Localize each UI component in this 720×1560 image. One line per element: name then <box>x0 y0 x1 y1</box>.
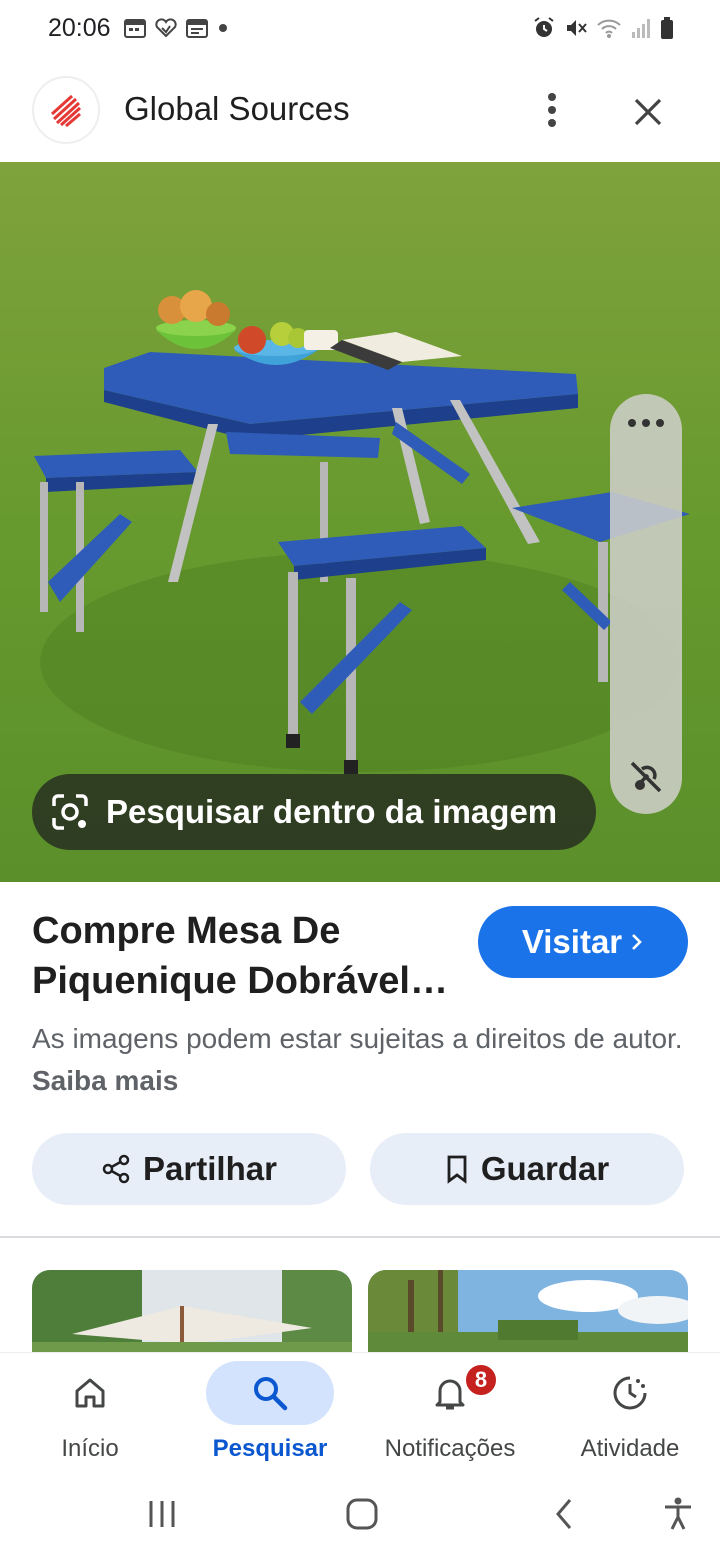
nav-home-icon-wrap <box>26 1361 154 1425</box>
sound-off-icon[interactable] <box>628 759 664 800</box>
accessibility-button[interactable] <box>652 1490 704 1538</box>
save-button[interactable]: Guardar <box>370 1133 684 1205</box>
visit-button-label: Visitar <box>521 923 623 960</box>
bell-icon <box>435 1379 465 1410</box>
related-image-2[interactable] <box>368 1270 688 1352</box>
battery-icon <box>661 17 673 39</box>
nav-home[interactable]: Início <box>0 1353 180 1471</box>
nav-activity[interactable]: Atividade <box>540 1353 720 1471</box>
home-circle-icon <box>346 1498 378 1530</box>
wifi-icon <box>597 19 621 38</box>
status-left-icons <box>124 18 230 38</box>
status-time: 20:06 <box>48 14 111 42</box>
signal-icon <box>632 19 650 38</box>
related-image-1[interactable] <box>32 1270 352 1352</box>
image-side-panel[interactable] <box>610 394 682 814</box>
copyright-notice: As imagens podem estar sujeitas a direit… <box>32 1018 692 1102</box>
heart-shield-icon <box>155 18 177 38</box>
close-button[interactable] <box>624 88 672 136</box>
search-in-image-label: Pesquisar dentro da imagem <box>106 793 558 830</box>
calendar-icon <box>124 19 146 38</box>
result-title[interactable]: Compre Mesa De Piquenique Dobrável… <box>32 906 462 1006</box>
status-bar: 20:06 <box>0 0 720 60</box>
bottom-navigation: Início Pesquisar 8 Notificações Atividad… <box>0 1352 720 1470</box>
search-in-image-button[interactable]: Pesquisar dentro da imagem <box>32 774 596 850</box>
save-label: Guardar <box>480 1150 610 1187</box>
activity-icon <box>613 1376 647 1410</box>
status-right-icons <box>532 16 674 40</box>
search-icon <box>254 1377 288 1411</box>
site-header: Global Sources <box>0 70 720 150</box>
nav-home-label: Início <box>61 1435 119 1462</box>
nav-search-label: Pesquisar <box>212 1435 328 1462</box>
recent-apps-icon <box>149 1501 175 1527</box>
accessibility-icon <box>665 1497 691 1530</box>
site-name[interactable]: Global Sources <box>124 90 350 128</box>
result-image[interactable]: Pesquisar dentro da imagem <box>0 162 720 882</box>
copyright-text: As imagens podem estar sujeitas a direit… <box>32 1023 683 1054</box>
more-options-button[interactable] <box>530 88 574 132</box>
umbrella-photo <box>32 1270 352 1352</box>
back-button[interactable] <box>538 1490 590 1538</box>
alarm-icon <box>534 17 554 37</box>
calendar-icon-2 <box>186 19 208 38</box>
global-sources-logo-icon <box>50 94 82 128</box>
nav-search[interactable]: Pesquisar <box>180 1353 360 1471</box>
lens-icon <box>52 794 88 830</box>
site-logo[interactable] <box>32 76 100 144</box>
nav-activity-label: Atividade <box>580 1435 680 1462</box>
notification-badge: 8 <box>464 1363 498 1397</box>
nav-search-icon-wrap <box>206 1361 334 1425</box>
learn-more-link[interactable]: Saiba mais <box>32 1065 178 1096</box>
chevron-right-icon <box>632 934 642 950</box>
close-icon <box>634 98 662 126</box>
system-navigation <box>0 1470 720 1560</box>
dot-icon <box>219 24 227 32</box>
home-icon <box>75 1378 105 1408</box>
section-divider <box>0 1236 720 1238</box>
forest-photo <box>368 1270 688 1352</box>
share-icon <box>102 1154 130 1184</box>
share-label: Partilhar <box>143 1150 277 1187</box>
panel-more-icon[interactable] <box>610 416 682 434</box>
nav-notifications-label: Notificações <box>384 1435 516 1462</box>
mute-icon <box>567 20 587 36</box>
back-chevron-icon <box>556 1499 572 1529</box>
home-system-button[interactable] <box>336 1490 388 1538</box>
bookmark-icon <box>447 1155 467 1184</box>
nav-activity-icon-wrap <box>566 1361 694 1425</box>
more-vert-icon <box>548 93 556 127</box>
share-button[interactable]: Partilhar <box>32 1133 346 1205</box>
nav-notifications[interactable]: 8 Notificações <box>360 1353 540 1471</box>
visit-button[interactable]: Visitar <box>478 906 688 978</box>
recent-apps-button[interactable] <box>136 1490 188 1538</box>
